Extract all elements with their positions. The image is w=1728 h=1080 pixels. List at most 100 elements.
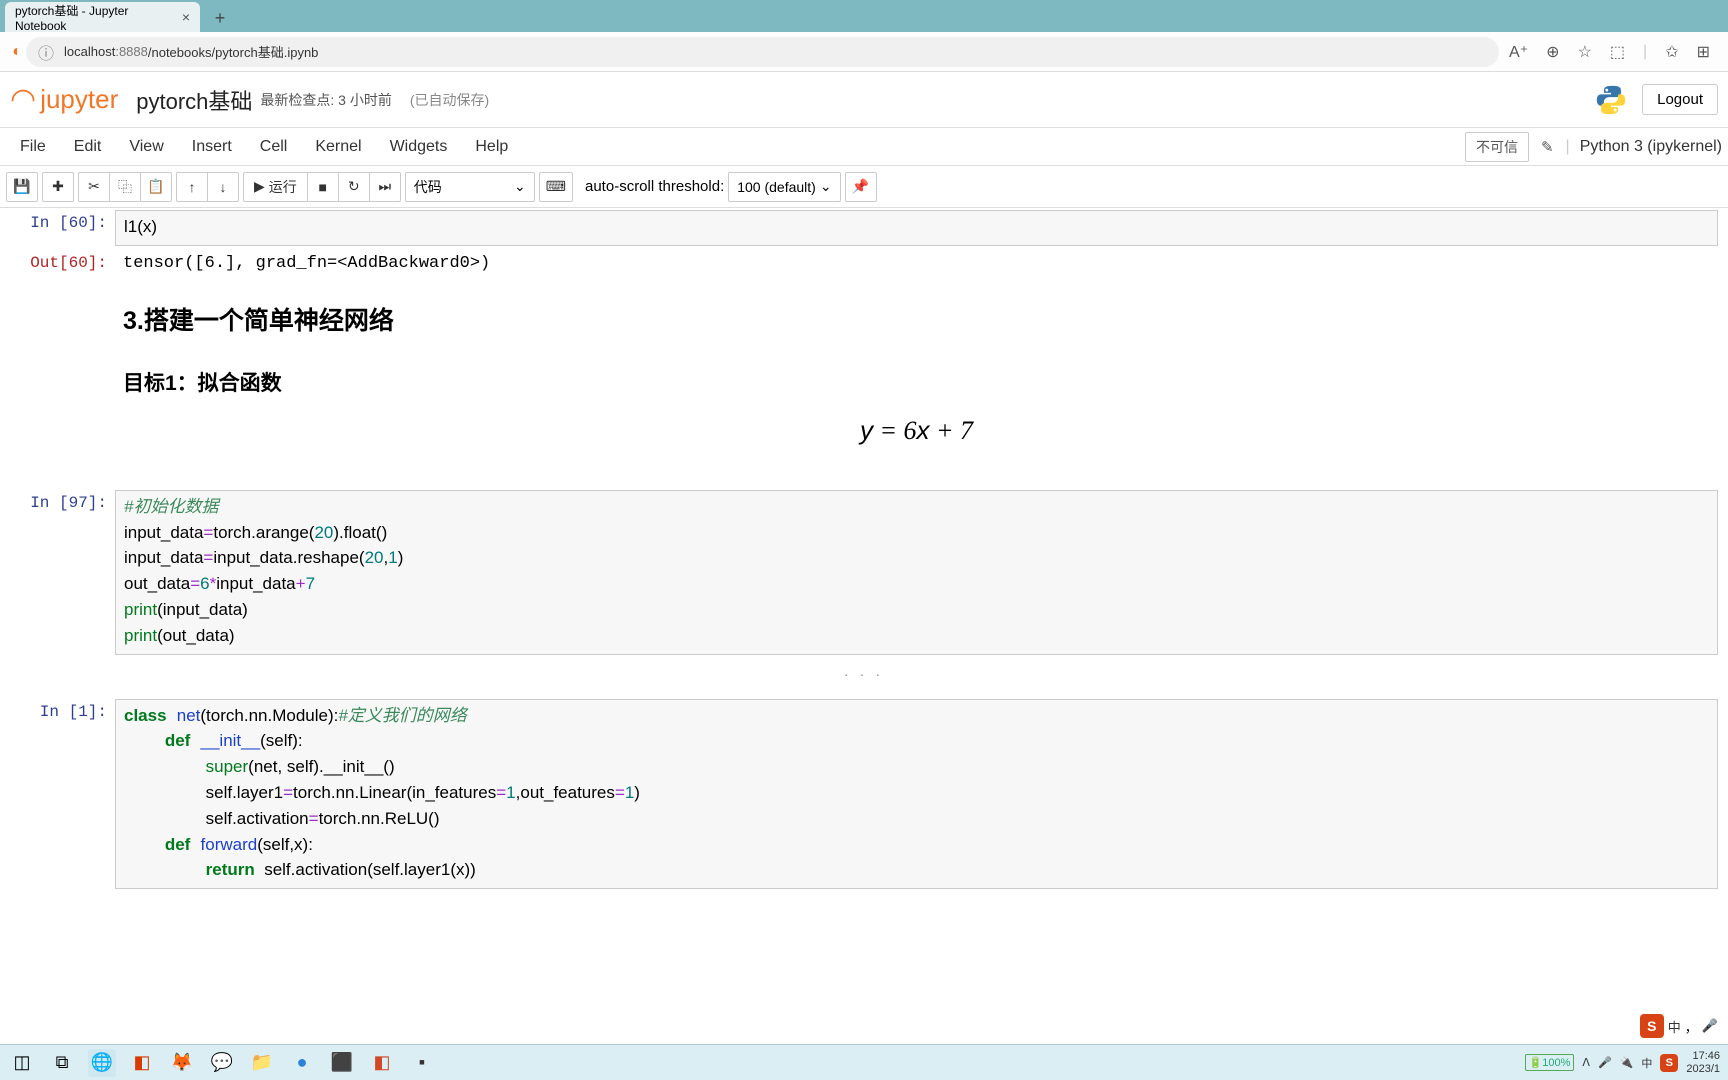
taskbar: ◫ ⧉ 🌐 ◧ 🦊 💬 📁 ● ⬛ ◧ ▪ 🔋100% ᐱ 🎤 🔌 中 S 17… xyxy=(0,1044,1728,1080)
pencil-icon[interactable]: ✎ xyxy=(1541,138,1554,156)
cut-button[interactable]: ✂ xyxy=(78,172,110,202)
browser-tab[interactable]: pytorch基础 - Jupyter Notebook × xyxy=(5,2,200,32)
jupyter-header: ◠jupyter pytorch基础 最新检查点: 3 小时前 (已自动保存) … xyxy=(0,72,1728,128)
zoom-icon[interactable]: ⊕ xyxy=(1546,42,1559,62)
autoscroll-select[interactable]: 100 (default) ⌄ xyxy=(728,172,840,202)
task-view-icon[interactable]: ⧉ xyxy=(48,1049,76,1077)
ime-mic-icon[interactable]: 🎤 xyxy=(1702,1018,1718,1034)
menu-view[interactable]: View xyxy=(115,132,177,162)
checkpoint-text: 最新检查点: 3 小时前 xyxy=(260,90,391,110)
heading-3: 3.搭建一个简单神经网络 xyxy=(123,301,1710,337)
menu-edit[interactable]: Edit xyxy=(60,132,116,162)
menu-bar: File Edit View Insert Cell Kernel Widget… xyxy=(0,128,1728,166)
trust-badge[interactable]: 不可信 xyxy=(1465,132,1529,162)
office-icon[interactable]: ◧ xyxy=(128,1049,156,1077)
save-button[interactable]: 💾 xyxy=(6,172,38,202)
autosave-text: (已自动保存) xyxy=(410,90,489,110)
sogou-icon[interactable]: S xyxy=(1640,1014,1664,1038)
clock-time[interactable]: 17:46 xyxy=(1686,1050,1720,1062)
toolbar: 💾 ✚ ✂ ⿻ 📋 ↑ ↓ ▶ 运行 ■ ↻ ⏭ 代码 ⌄ ⌨ auto-scr… xyxy=(0,166,1728,208)
browser2-icon[interactable]: ● xyxy=(288,1049,316,1077)
notebook-name[interactable]: pytorch基础 xyxy=(136,84,252,116)
formula: y = 6x + 7 xyxy=(123,415,1710,446)
subheading-target1: 目标1：拟合函数 xyxy=(123,367,1710,397)
cell-type-select[interactable]: 代码 ⌄ xyxy=(405,172,535,202)
ime-punct-icon[interactable]: ， xyxy=(1685,1017,1698,1036)
move-down-button[interactable]: ↓ xyxy=(207,172,239,202)
kernel-name[interactable]: Python 3 (ipykernel) xyxy=(1580,138,1722,156)
battery-icon-wrap[interactable]: 🔋100% xyxy=(1525,1054,1575,1071)
favorites-bar-icon[interactable]: ✩ xyxy=(1665,42,1678,62)
menu-kernel[interactable]: Kernel xyxy=(301,132,375,162)
url-input[interactable]: ⓘ localhost:8888/notebooks/pytorch基础.ipy… xyxy=(26,37,1499,67)
menu-help[interactable]: Help xyxy=(461,132,522,162)
sogou-tray-icon[interactable]: S xyxy=(1660,1054,1678,1072)
ime-tray[interactable]: 中 xyxy=(1641,1055,1652,1071)
read-aloud-icon[interactable]: A⁺ xyxy=(1509,42,1528,62)
notebook-body: In [60]: l1(x) Out[60]: tensor([6.], gra… xyxy=(0,208,1728,891)
system-tray: 🔋100% ᐱ 🎤 🔌 中 S 17:46 2023/1 xyxy=(1525,1050,1720,1074)
menu-cell[interactable]: Cell xyxy=(246,132,302,162)
browser-tab-strip: pytorch基础 - Jupyter Notebook × + xyxy=(0,0,1728,32)
python-logo-icon xyxy=(1594,83,1628,117)
new-tab-button[interactable]: + xyxy=(205,4,235,32)
move-up-button[interactable]: ↑ xyxy=(176,172,208,202)
code-input[interactable]: #初始化数据 input_data=torch.arange(20).float… xyxy=(115,490,1718,655)
menu-file[interactable]: File xyxy=(6,132,60,162)
url-host: localhost xyxy=(64,44,115,59)
chevron-down-icon: ⌄ xyxy=(820,178,832,195)
start-button[interactable]: ◫ xyxy=(8,1049,36,1077)
in-prompt: In [97]: xyxy=(0,490,115,655)
copy-button[interactable]: ⿻ xyxy=(109,172,141,202)
code-cell-60[interactable]: In [60]: l1(x) xyxy=(0,208,1728,248)
url-path: /notebooks/pytorch基础.ipynb xyxy=(148,42,319,61)
url-port: :8888 xyxy=(115,44,148,59)
terminal-icon[interactable]: ▪ xyxy=(408,1049,436,1077)
firefox-icon[interactable]: 🦊 xyxy=(168,1049,196,1077)
out-prompt: Out[60]: xyxy=(0,250,115,277)
favorite-icon[interactable]: ☆ xyxy=(1578,42,1592,62)
logout-button[interactable]: Logout xyxy=(1642,84,1718,115)
tray-expand-icon[interactable]: ᐱ xyxy=(1582,1056,1590,1069)
ime-lang[interactable]: 中 xyxy=(1668,1017,1681,1036)
mic-tray-icon[interactable]: 🎤 xyxy=(1598,1056,1612,1069)
restart-button[interactable]: ↻ xyxy=(338,172,370,202)
explorer-icon[interactable]: 📁 xyxy=(248,1049,276,1077)
jupyter-logo[interactable]: ◠jupyter xyxy=(10,82,118,117)
markdown-cell[interactable]: 3.搭建一个简单神经网络 目标1：拟合函数 y = 6x + 7 xyxy=(0,279,1728,468)
wechat-icon[interactable]: 💬 xyxy=(208,1049,236,1077)
xshell-icon[interactable]: ⬛ xyxy=(328,1049,356,1077)
code-input[interactable]: class net(torch.nn.Module):#定义我们的网络 def … xyxy=(115,699,1718,890)
interrupt-button[interactable]: ■ xyxy=(307,172,339,202)
collections-icon[interactable]: ⊞ xyxy=(1697,42,1710,62)
code-input[interactable]: l1(x) xyxy=(115,210,1718,246)
battery-tray-icon[interactable]: 🔌 xyxy=(1620,1056,1634,1069)
tab-title: pytorch基础 - Jupyter Notebook xyxy=(15,2,182,33)
jupyter-favicon-icon: ◐ xyxy=(8,43,26,61)
url-bar: ◐ ⓘ localhost:8888/notebooks/pytorch基础.i… xyxy=(0,32,1728,72)
command-palette-button[interactable]: ⌨ xyxy=(539,172,573,202)
autoscroll-label: auto-scroll threshold: xyxy=(585,178,724,195)
output-text: tensor([6.], grad_fn=<AddBackward0>) xyxy=(115,250,1718,277)
in-prompt: In [1]: xyxy=(0,699,115,890)
extensions-icon[interactable]: ⬚ xyxy=(1610,42,1625,62)
run-button[interactable]: ▶ 运行 xyxy=(243,172,308,202)
ime-indicator[interactable]: S 中 ， 🎤 xyxy=(1640,1014,1718,1038)
add-cell-button[interactable]: ✚ xyxy=(42,172,74,202)
browser-actions: A⁺ ⊕ ☆ ⬚ | ✩ ⊞ xyxy=(1499,42,1720,62)
paste-button[interactable]: 📋 xyxy=(140,172,172,202)
menu-insert[interactable]: Insert xyxy=(178,132,246,162)
powerpoint-icon[interactable]: ◧ xyxy=(368,1049,396,1077)
code-cell-1[interactable]: In [1]: class net(torch.nn.Module):#定义我们… xyxy=(0,697,1728,892)
chevron-down-icon: ⌄ xyxy=(514,178,526,195)
in-prompt: In [60]: xyxy=(0,210,115,246)
clock-date[interactable]: 2023/1 xyxy=(1686,1063,1720,1075)
restart-run-all-button[interactable]: ⏭ xyxy=(369,172,401,202)
output-collapsed-ellipsis[interactable]: . . . xyxy=(0,657,1728,685)
close-icon[interactable]: × xyxy=(182,9,190,25)
output-cell-60: Out[60]: tensor([6.], grad_fn=<AddBackwa… xyxy=(0,248,1728,279)
edge-icon[interactable]: 🌐 xyxy=(88,1049,116,1077)
code-cell-97[interactable]: In [97]: #初始化数据 input_data=torch.arange(… xyxy=(0,488,1728,657)
pin-button[interactable]: 📌 xyxy=(845,172,877,202)
menu-widgets[interactable]: Widgets xyxy=(376,132,462,162)
